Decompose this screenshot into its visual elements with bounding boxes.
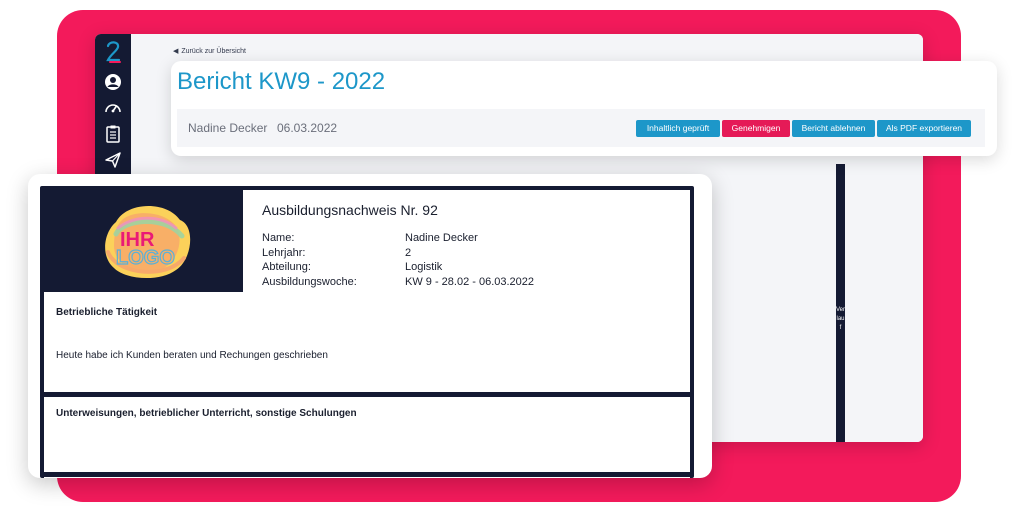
section-heading-activity: Betriebliche Tätigkeit bbox=[56, 307, 158, 318]
report-document-card: IHR LOGO Ausbildungsnachweis Nr. 92 Name… bbox=[28, 174, 712, 478]
document-title: Ausbildungsnachweis Nr. 92 bbox=[262, 202, 438, 218]
report-header-card: Bericht KW9 - 2022 Nadine Decker 06.03.2… bbox=[171, 61, 997, 156]
section-heading-training: Unterweisungen, betrieblicher Unterricht… bbox=[56, 408, 357, 419]
company-logo-panel: IHR LOGO bbox=[44, 190, 243, 292]
clipboard-icon[interactable] bbox=[103, 124, 123, 144]
approve-button[interactable]: Genehmigen bbox=[722, 120, 790, 137]
document-frame: IHR LOGO Ausbildungsnachweis Nr. 92 Name… bbox=[40, 186, 694, 478]
logo-text-logo: LOGO bbox=[116, 247, 175, 269]
send-icon[interactable] bbox=[103, 150, 123, 170]
back-link[interactable]: ◀ Zurück zur Übersicht bbox=[173, 47, 246, 55]
content-checked-button[interactable]: Inhaltlich geprüft bbox=[636, 120, 720, 137]
reject-report-button[interactable]: Bericht ablehnen bbox=[792, 120, 875, 137]
section-divider bbox=[44, 472, 690, 477]
report-info-bar: Nadine Decker 06.03.2022 Inhaltlich gepr… bbox=[177, 109, 985, 147]
field-value-department: Logistik bbox=[405, 261, 443, 273]
field-value-week: KW 9 - 28.02 - 06.03.2022 bbox=[405, 276, 535, 288]
back-link-label: Zurück zur Übersicht bbox=[181, 48, 246, 55]
brand-logo-icon bbox=[106, 41, 121, 63]
field-value-year: 2 bbox=[405, 247, 412, 259]
page-title: Bericht KW9 - 2022 bbox=[177, 68, 386, 95]
report-date: 06.03.2022 bbox=[277, 121, 338, 135]
field-label-name: Name: bbox=[262, 232, 295, 244]
profile-icon[interactable] bbox=[103, 72, 123, 92]
student-name: Nadine Decker bbox=[188, 121, 268, 135]
field-label-department: Abteilung: bbox=[262, 261, 311, 273]
verlauf-panel-toggle[interactable]: Verlauf bbox=[836, 164, 845, 442]
dashboard-icon[interactable] bbox=[103, 98, 123, 118]
verlauf-label: Verlauf bbox=[836, 307, 846, 331]
back-arrow-icon: ◀ bbox=[173, 48, 179, 55]
section-text-activity: Heute habe ich Kunden beraten und Rechun… bbox=[56, 350, 328, 361]
company-logo: IHR LOGO bbox=[105, 205, 191, 279]
section-divider bbox=[44, 392, 690, 397]
field-value-name: Nadine Decker bbox=[405, 232, 478, 244]
field-label-week: Ausbildungswoche: bbox=[262, 276, 357, 288]
document-page: IHR LOGO Ausbildungsnachweis Nr. 92 Name… bbox=[44, 190, 690, 478]
field-label-year: Lehrjahr: bbox=[262, 247, 306, 259]
export-pdf-button[interactable]: Als PDF exportieren bbox=[877, 120, 971, 137]
